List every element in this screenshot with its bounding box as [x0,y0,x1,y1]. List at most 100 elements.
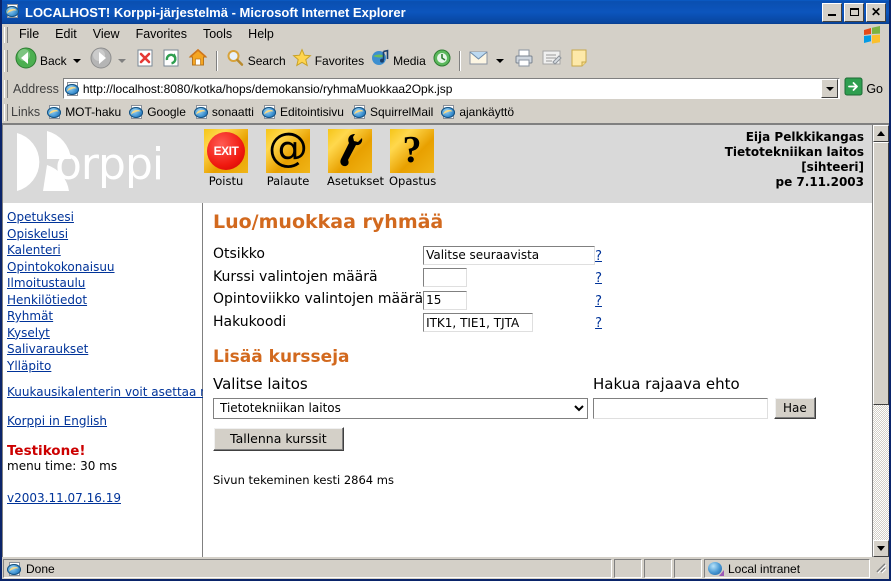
sidebar-item-ryhmat[interactable]: Ryhmät [7,308,202,325]
refresh-icon [161,48,181,73]
address-grip[interactable] [4,79,8,98]
header-icon-poistu[interactable]: EXIT Poistu [203,129,249,188]
forward-arrow-icon [90,47,112,74]
go-arrow-icon [844,77,863,101]
print-button[interactable] [510,48,538,74]
toolbar-grip[interactable] [4,49,8,72]
sidebar-item-yllapito[interactable]: Ylläpito [7,358,202,375]
mail-dropdown-icon[interactable] [495,58,504,63]
page-vertical-scrollbar[interactable] [872,125,889,557]
links-grip[interactable] [4,103,8,121]
minimize-button[interactable] [822,2,842,22]
favorites-button[interactable]: Favorites [289,48,367,74]
link-google[interactable]: Google [126,103,191,121]
at-icon: @ [266,129,310,173]
help-cell-opintoviikko: ? [595,288,602,311]
sidebar-item-kalenteri[interactable]: Kalenteri [7,242,202,259]
security-zone-panel[interactable]: Local intranet [704,559,870,578]
sidebar-item-opiskelusi[interactable]: Opiskelusi [7,226,202,243]
scroll-down-button[interactable] [873,540,889,557]
notes-button[interactable] [566,48,592,74]
favorites-label: Favorites [314,53,365,68]
kurssi-valintojen-maara-input[interactable] [423,268,468,287]
sidebar-item-henkilotiedot[interactable]: Henkilötiedot [7,292,202,309]
back-button[interactable]: Back [12,47,87,74]
korppi-logo[interactable]: orppi [3,125,203,203]
otsikko-input[interactable] [423,245,596,265]
save-courses-button[interactable]: Tallenna kurssit [213,426,344,451]
link-editointisivu[interactable]: Editointisivu [259,103,349,121]
link-label: MOT-haku [65,105,122,119]
stop-button[interactable] [132,48,158,74]
page-generation-time: Sivun tekeminen kesti 2864 ms [213,472,394,487]
opintoviikko-valintojen-maara-input[interactable] [423,290,468,310]
menu-help[interactable]: Help [240,24,282,45]
sidebar-item-salivaraukset[interactable]: Salivaraukset [7,341,202,358]
menu-favorites[interactable]: Favorites [128,24,195,45]
scroll-up-button[interactable] [873,125,889,142]
menu-view[interactable]: View [85,24,128,45]
close-button[interactable]: ✕ [866,2,886,22]
sidebar-item-opintokokonaisuu[interactable]: Opintokokonaisuu [7,259,202,276]
sidebar: Opetuksesi Opiskelusi Kalenteri Opintoko… [3,203,329,557]
link-ajankaytto[interactable]: ajankäyttö [438,103,519,121]
address-dropdown-button[interactable] [821,79,839,98]
help-link-hakukoodi[interactable]: ? [595,316,602,331]
label-valitse-laitos: Valitse laitos [213,375,308,393]
link-mot-haku[interactable]: MOT-haku [44,103,126,121]
link-label: Editointisivu [279,105,344,119]
header-icon-palaute[interactable]: @ Palaute [265,129,311,188]
sidebar-calendar-note-link[interactable]: Kuukausikalenterin voit asettaa näkyvill… [7,384,329,401]
windows-flag-icon[interactable] [861,25,883,45]
label-hakua-rajaava-ehto: Hakua rajaava ehto [593,375,740,393]
sidebar-item-kyselyt[interactable]: Kyselyt [7,325,202,342]
header-icon-opastus[interactable]: ? Opastus [389,129,437,188]
address-input[interactable]: http://localhost:8080/kotka/hops/demokan… [62,78,841,99]
filter-input[interactable] [593,397,768,419]
ie-logo-icon [5,4,21,20]
back-dropdown-icon[interactable] [72,58,81,63]
menu-tools[interactable]: Tools [195,24,240,45]
history-button[interactable] [429,48,455,74]
menu-time-text: menu time: 30 ms [7,459,118,473]
go-button[interactable]: Go [840,77,889,101]
browser-window: LOCALHOST! Korppi-järjestelmä - Microsof… [0,0,891,581]
forward-button [87,47,132,74]
help-link-kurssi[interactable]: ? [595,271,602,286]
address-url-text: http://localhost:8080/kotka/hops/demokan… [82,81,453,96]
page-viewport: orppi EXIT Poistu @ Palaute Asetukset ? … [2,124,889,557]
help-link-otsikko[interactable]: ? [595,249,602,264]
scroll-track[interactable] [873,142,889,540]
exit-icon: EXIT [204,129,248,173]
course-search-area: Valitse laitos Tietotekniikan laitos Tal… [213,375,872,451]
version-link[interactable]: v2003.11.07.16.19 [7,490,202,507]
menu-file[interactable]: File [11,24,47,45]
menu-grip[interactable] [4,26,8,43]
refresh-button[interactable] [158,48,184,74]
search-courses-button[interactable]: Hae [774,397,816,419]
edit-page-icon [541,49,563,72]
favicon-icon [129,105,144,119]
help-link-opintoviikko[interactable]: ? [595,294,602,309]
mail-button[interactable] [465,48,510,74]
menu-edit[interactable]: Edit [47,24,85,45]
link-squirrelmail[interactable]: SquirrelMail [349,103,438,121]
sidebar-item-opetuksesi[interactable]: Opetuksesi [7,209,202,226]
resize-grip[interactable] [872,559,888,578]
link-sonaatti[interactable]: sonaatti [191,103,259,121]
hakukoodi-input[interactable] [423,313,534,332]
user-role: [sihteeri] [801,160,864,174]
department-select[interactable]: Tietotekniikan laitos [213,397,588,419]
sidebar-item-ilmoitustaulu[interactable]: Ilmoitustaulu [7,275,202,292]
home-button[interactable] [184,48,212,74]
maximize-button[interactable] [844,2,864,22]
scroll-thumb[interactable] [873,142,889,405]
header-icon-caption: Opastus [389,174,437,188]
status-text: Done [26,561,55,576]
media-button[interactable]: Media [367,48,429,74]
sidebar-item-korppi-in-english[interactable]: Korppi in English [7,413,202,430]
header-icon-asetukset[interactable]: Asetukset [327,129,384,188]
user-name: Eija Pelkkikangas [745,130,864,144]
label-kurssi-valintojen-maara: Kurssi valintojen määrä [213,268,378,285]
search-button[interactable]: Search [222,48,289,74]
